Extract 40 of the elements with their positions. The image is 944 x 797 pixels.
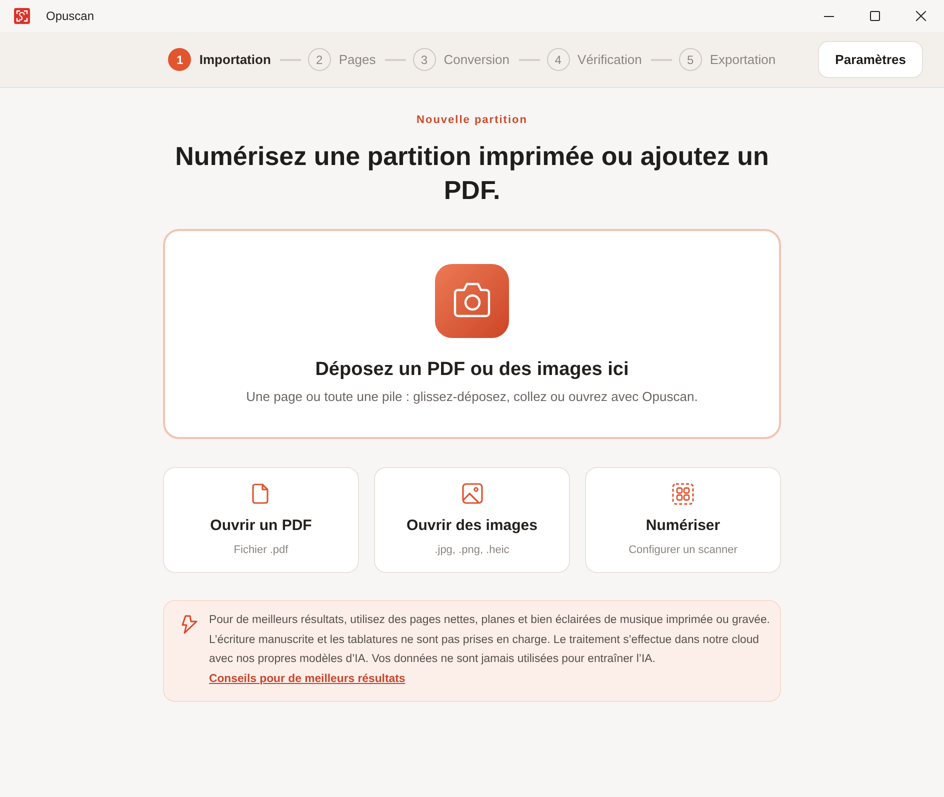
step-label: Vérification xyxy=(578,52,642,67)
open-images-card[interactable]: Ouvrir des images .jpg, .png, .heic xyxy=(374,467,570,573)
step-label: Conversion xyxy=(444,52,510,67)
window-title: Opuscan xyxy=(46,9,94,23)
step-connector xyxy=(518,58,540,60)
section-label: Nouvelle partition xyxy=(416,114,528,127)
tips-link[interactable]: Conseils pour de meilleurs résultats xyxy=(209,670,406,688)
drop-zone-hint: Une page ou toute une pile : glissez-déposez, collez ou ouvrez avec Opuscan. xyxy=(246,389,698,405)
document-icon xyxy=(251,483,271,504)
card-title: Ouvrir un PDF xyxy=(210,516,312,535)
step-label: Pages xyxy=(338,52,376,67)
step-label: Importation xyxy=(199,52,271,67)
card-subtitle: Fichier .pdf xyxy=(234,544,288,557)
step-number: 2 xyxy=(308,48,331,71)
page-heading: Numérisez une partition imprimée ou ajoutez un PDF. xyxy=(174,140,770,207)
card-title: Ouvrir des images xyxy=(406,516,538,535)
step-number: 4 xyxy=(546,48,570,71)
step-connector xyxy=(280,58,301,60)
camera-icon xyxy=(435,264,509,338)
close-icon xyxy=(916,11,926,21)
step-number: 3 xyxy=(412,48,436,71)
lightning-icon xyxy=(181,615,198,634)
scan-icon xyxy=(672,483,694,505)
step-label: Exportation xyxy=(710,52,776,67)
maximize-icon xyxy=(870,11,880,21)
notice-text: Pour de meilleurs résultats, utilisez des pages nettes, planes et bien éclairées de musique imprimée ou gravée. L’écriture manuscrite et les tablatures ne sont pas prises en charge. Le traitement s’effectue dans notre cloud avec nos propres modèles d’IA. Vos données ne sont jamais utilisées pour entraîner l’IA. xyxy=(209,613,771,667)
card-title: Numériser xyxy=(646,516,720,535)
drop-zone[interactable]: Déposez un PDF ou des images ici Une page ou toute une pile : glissez-déposez, collez ou ouvrez avec Opuscan. xyxy=(163,229,781,439)
step-number: 5 xyxy=(678,48,702,71)
image-icon xyxy=(462,483,482,504)
card-subtitle: .jpg, .png, .heic xyxy=(434,544,510,557)
drop-zone-title: Déposez un PDF ou des images ici xyxy=(315,358,629,382)
scan-card[interactable]: Numériser Configurer un scanner xyxy=(585,467,781,573)
settings-button[interactable]: Paramètres xyxy=(818,41,923,78)
app-logo-icon xyxy=(14,8,30,24)
card-subtitle: Configurer un scanner xyxy=(628,544,738,557)
step-number: 1 xyxy=(168,48,192,71)
step-connector xyxy=(650,58,672,60)
step-connector xyxy=(384,58,406,60)
open-pdf-card[interactable]: Ouvrir un PDF Fichier .pdf xyxy=(163,467,359,573)
